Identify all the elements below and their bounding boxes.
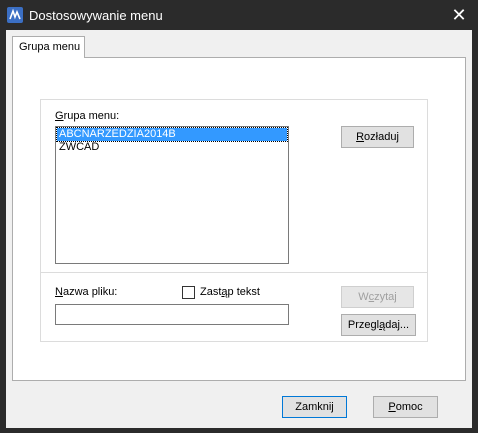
menu-group-listbox[interactable]: ABCNARZEDZIA2014B ZWCAD xyxy=(55,126,289,264)
list-item[interactable]: ABCNARZEDZIA2014B xyxy=(56,127,288,142)
menu-group-box: Grupa menu: ABCNARZEDZIA2014B ZWCAD Rozł… xyxy=(40,99,428,342)
window-title: Dostosowywanie menu xyxy=(29,8,163,23)
help-button[interactable]: Pomoc xyxy=(373,396,438,418)
replace-text-checkbox[interactable] xyxy=(182,286,195,299)
zwcad-app-icon xyxy=(7,7,23,23)
close-icon[interactable]: ✕ xyxy=(446,4,472,26)
replace-text-label[interactable]: Zastąp tekst xyxy=(200,286,260,298)
tab-grupa-menu[interactable]: Grupa menu xyxy=(12,36,85,58)
file-name-input[interactable] xyxy=(55,304,289,325)
tab-panel: Grupa menu: ABCNARZEDZIA2014B ZWCAD Rozł… xyxy=(12,57,466,381)
tab-label: Grupa menu xyxy=(19,41,81,53)
close-button[interactable]: Zamknij xyxy=(282,396,347,418)
title-bar[interactable]: Dostosowywanie menu ✕ xyxy=(0,0,478,30)
dialog-client-area: Grupa menu Grupa menu: ABCNARZEDZIA2014B… xyxy=(6,30,472,428)
file-name-label: Nazwa pliku: xyxy=(55,286,118,298)
unload-button[interactable]: Rozładuj xyxy=(341,126,414,148)
menu-group-label: Grupa menu: xyxy=(55,110,120,122)
dialog-window: Dostosowywanie menu ✕ Grupa menu Grupa m… xyxy=(0,0,478,433)
load-button[interactable]: Wczytaj xyxy=(341,286,414,308)
browse-button[interactable]: Przeglądaj... xyxy=(341,314,416,336)
section-divider xyxy=(41,272,427,273)
list-item[interactable]: ZWCAD xyxy=(57,141,287,154)
